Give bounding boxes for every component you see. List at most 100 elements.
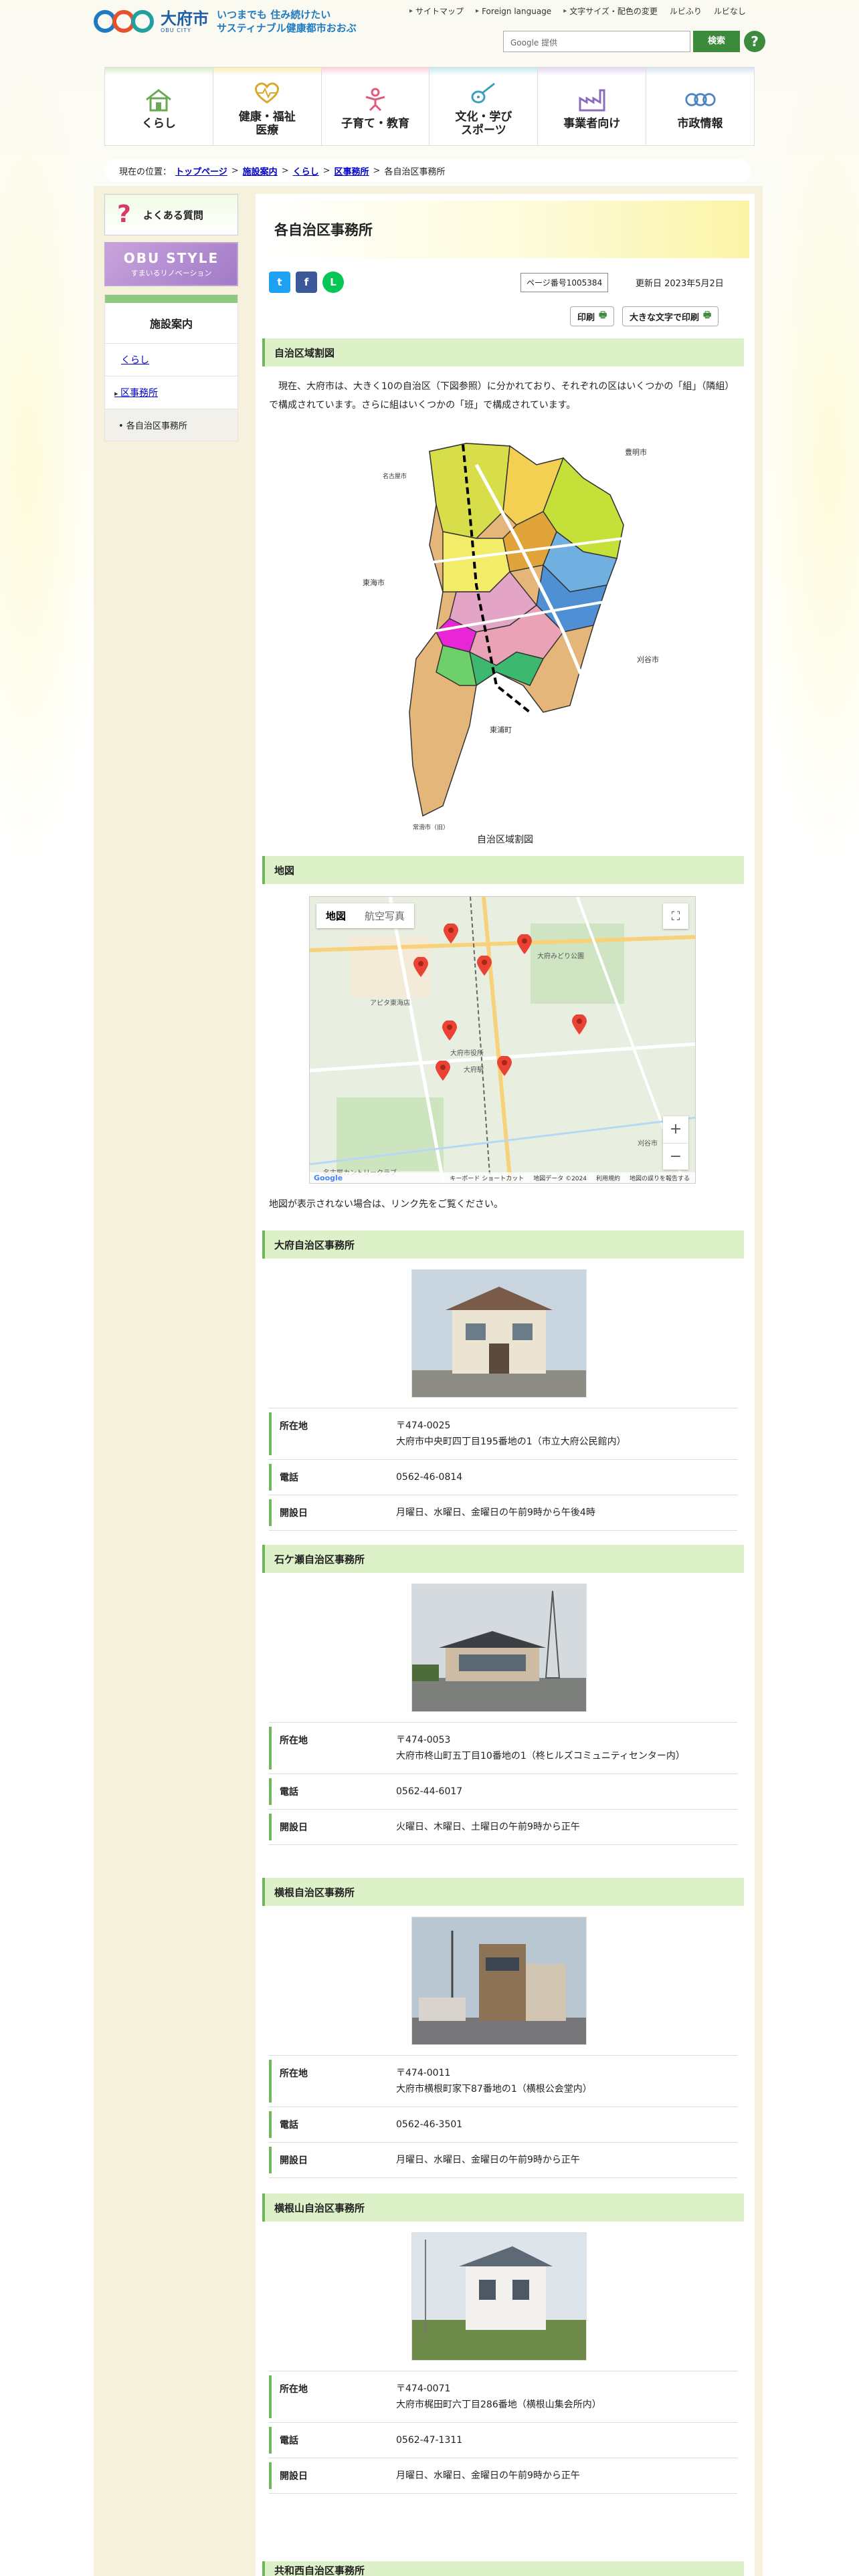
google-map[interactable]: 大府みどり公園 アピタ東海店 大府市役所 大府駅 名古屋カントリークラブ 刈谷市… <box>309 896 696 1184</box>
info-row-address: 所在地 〒474-0053 大府市柊山町五丁目10番地の1（柊ヒルズコミュニティセン… <box>269 1722 737 1774</box>
side-menu-item-kurashi[interactable]: くらし <box>105 343 237 376</box>
side-menu-item-ward[interactable]: ▸ 区事務所 <box>105 376 237 409</box>
print-button[interactable]: 印刷 🖶 <box>570 306 615 326</box>
office-info-table: 所在地 〒474-0053 大府市柊山町五丁目10番地の1（柊ヒルズコミュニティセン… <box>269 1722 737 1845</box>
breadcrumb-link-kurashi[interactable]: くらし <box>293 165 319 177</box>
gnav-label: 子育て・教育 <box>341 117 410 130</box>
banner-title: OBU STYLE <box>123 250 219 266</box>
info-key: 開設日 <box>269 2462 388 2489</box>
breadcrumb-link-facilities[interactable]: 施設案内 <box>243 165 278 177</box>
print-large-button[interactable]: 大きな文字で印刷 🖶 <box>622 306 719 326</box>
map-pin-icon[interactable] <box>517 934 532 954</box>
question-icon[interactable]: ? <box>744 31 765 52</box>
search-input[interactable]: Google 提供 <box>503 31 690 52</box>
faq-button[interactable]: ? よくある質問 <box>104 194 238 235</box>
fullscreen-icon[interactable]: ⛶ <box>663 903 688 929</box>
map-pin-icon[interactable] <box>436 1061 450 1081</box>
section-heading-office: 横根自治区事務所 <box>262 1878 744 1906</box>
twitter-icon[interactable]: t <box>269 272 290 293</box>
map-footer-shortcuts[interactable]: キーボード ショートカット <box>450 1174 524 1182</box>
util-link-label: 文字サイズ・配色の変更 <box>569 7 658 16</box>
arrow-icon: ▸ <box>409 7 413 15</box>
gnav-item-kurashi[interactable]: くらし <box>105 68 213 145</box>
address: 大府市中央町四丁目195番地の1（市立大府公民館内） <box>396 1436 626 1447</box>
line-icon[interactable]: L <box>322 272 344 293</box>
util-link-label: ルビなし <box>713 7 746 16</box>
breadcrumb: 現在の位置： トップページ > 施設案内 > くらし > 区事務所 > 各自治区事務所 <box>104 159 751 182</box>
breadcrumb-separator: > <box>281 165 289 176</box>
breadcrumb-separator: > <box>373 165 381 176</box>
gnav-item-health[interactable]: 健康・福祉 医療 <box>213 68 322 145</box>
tab-satellite[interactable]: 航空写真 <box>355 903 414 928</box>
breadcrumb-link-top[interactable]: トップページ <box>175 165 227 177</box>
map-pin-icon[interactable] <box>444 924 458 944</box>
office-info-table: 所在地 〒474-0071 大府市梶田町六丁目286番地（横根山集会所内） 電話 05… <box>269 2371 737 2494</box>
section-heading-map: 地図 <box>262 856 744 884</box>
gnav-item-culture[interactable]: 文化・学び スポーツ <box>430 68 539 145</box>
arrow-icon: ▸ <box>563 7 567 15</box>
map-footer: Google キーボード ショートカット 地図データ ©2024 利用規約 地図… <box>310 1172 695 1183</box>
section-heading-office: 共和西自治区事務所 <box>262 2561 744 2576</box>
info-value: 〒474-0053 大府市柊山町五丁目10番地の1（柊ヒルズコミュニティセンター内… <box>388 1723 737 1774</box>
gnav-label: くらし <box>141 117 176 130</box>
gnav-item-kids[interactable]: 子育て・教育 <box>321 68 430 145</box>
office-info-table: 所在地 〒474-0011 大府市横根町家下87番地の1（横根公会堂内） 電話 056… <box>269 2055 737 2178</box>
info-value: 月曜日、水曜日、金曜日の午前9時から午後4時 <box>396 1507 595 1518</box>
side-menu: 施設案内 くらし ▸ 区事務所 • 各自治区事務所 <box>104 294 238 441</box>
site-logo[interactable]: 大府市 OBU CITY いつまでも 住み続けたい サスティナブル健康都市おおぶ <box>94 8 357 35</box>
info-key: 電話 <box>269 1778 388 1805</box>
google-logo: Google <box>314 1173 343 1182</box>
page-number: ページ番号1005384 <box>520 273 609 292</box>
side-menu-item-label: 各自治区事務所 <box>126 421 187 431</box>
zoom-in-button[interactable]: + <box>663 1116 688 1143</box>
print-label: 印刷 <box>577 312 595 323</box>
breadcrumb-link-ward-office[interactable]: 区事務所 <box>335 165 369 177</box>
zoom-out-button[interactable]: − <box>663 1143 688 1170</box>
tagline: いつまでも 住み続けたい サスティナブル健康都市おおぶ <box>217 8 357 35</box>
info-row-tel: 電話 0562-46-0814 <box>269 1460 737 1495</box>
map-pin-icon[interactable] <box>477 956 492 976</box>
office-photo <box>411 1269 587 1398</box>
info-row-open: 開設日 月曜日、水曜日、金曜日の午前9時から正午 <box>269 2143 737 2178</box>
address: 大府市横根町家下87番地の1（横根公会堂内） <box>396 2084 592 2095</box>
printer-icon: 🖶 <box>599 310 607 320</box>
map-footer-terms[interactable]: 利用規約 <box>596 1174 620 1182</box>
facebook-icon[interactable]: f <box>296 272 317 293</box>
info-key: 電話 <box>269 1464 388 1491</box>
postal-code: 〒474-0011 <box>396 2068 451 2078</box>
heart-icon <box>251 81 283 105</box>
guitar-icon <box>468 81 500 105</box>
page-title: 各自治区事務所 <box>262 201 749 258</box>
gnav-item-city[interactable]: 市政情報 <box>646 68 754 145</box>
map-pin-icon[interactable] <box>572 1014 587 1035</box>
util-link-label: Foreign language <box>482 6 552 16</box>
info-value: 0562-46-0814 <box>396 1472 463 1483</box>
city-name-jp: 大府市 <box>161 9 209 28</box>
map-footer-report[interactable]: 地図の誤りを報告する <box>630 1174 690 1182</box>
side-menu-item-current[interactable]: • 各自治区事務所 <box>105 409 237 441</box>
util-link-foreign[interactable]: ▸ Foreign language <box>476 5 551 17</box>
gnav-label: 文化・学び スポーツ <box>455 110 512 137</box>
map-pin-icon[interactable] <box>413 957 428 977</box>
info-row-open: 開設日 月曜日、水曜日、金曜日の午前9時から正午 <box>269 2458 737 2494</box>
section-heading-office: 横根山自治区事務所 <box>262 2193 744 2222</box>
side-menu-item-label: 区事務所 <box>120 388 159 399</box>
util-link-sitemap[interactable]: ▸ サイトマップ <box>409 5 464 17</box>
util-link-ruby-off[interactable]: ルビなし <box>714 5 746 17</box>
question-icon: ? <box>117 201 131 228</box>
obu-logo-icon <box>94 10 154 33</box>
arrow-icon: ▸ <box>476 7 480 15</box>
tab-map[interactable]: 地図 <box>316 903 355 928</box>
info-key: 所在地 <box>269 2375 388 2418</box>
map-label-kariya: 刈谷市 <box>637 655 659 664</box>
util-link-ruby-on[interactable]: ルビふり <box>670 5 702 17</box>
map-pin-icon[interactable] <box>497 1056 512 1076</box>
updated-date: 更新日 2023年5月2日 <box>636 279 724 289</box>
obu-style-banner[interactable]: OBU STYLE すまいるリノベーション <box>104 242 238 286</box>
util-link-fontsize[interactable]: ▸ 文字サイズ・配色の変更 <box>563 5 658 17</box>
gnav-item-business[interactable]: 事業者向け <box>538 68 647 145</box>
map-label-tokai: 東海市 <box>363 578 385 587</box>
search-button[interactable]: 検索 <box>693 31 740 52</box>
info-value: 月曜日、水曜日、金曜日の午前9時から正午 <box>396 2155 580 2165</box>
map-pin-icon[interactable] <box>442 1021 457 1041</box>
